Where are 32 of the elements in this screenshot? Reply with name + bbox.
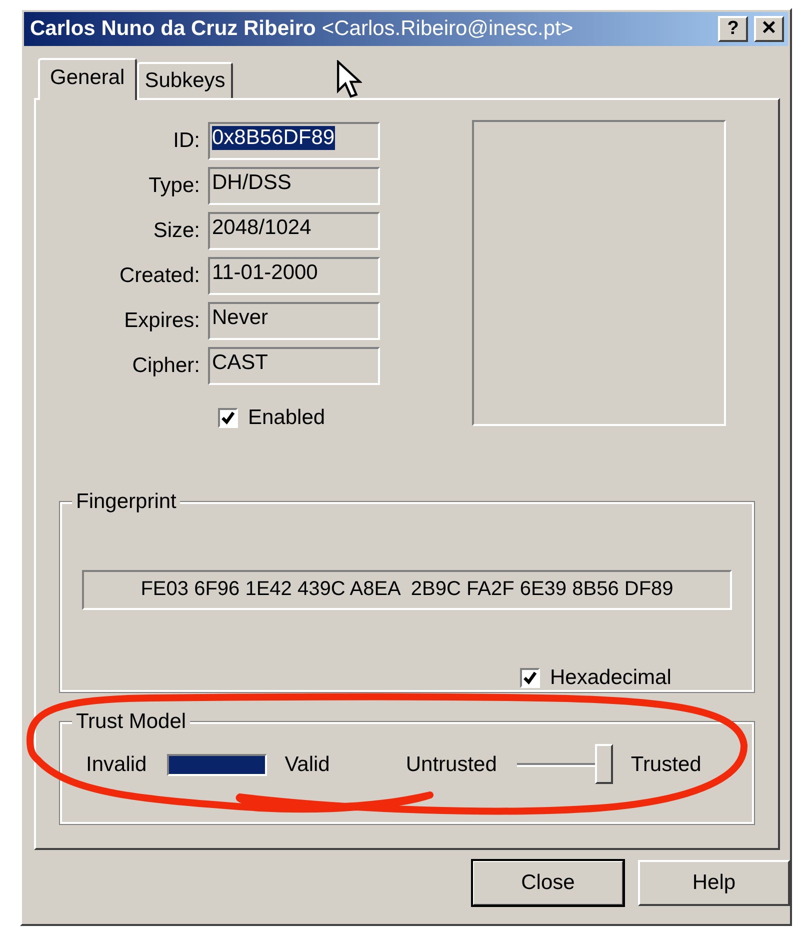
read-only-field[interactable]: DH/DSS: [208, 167, 380, 205]
read-only-field[interactable]: 11-01-2000: [208, 257, 380, 295]
window-subtitle: <Carlos.Ribeiro@inesc.pt>: [322, 17, 574, 41]
trust-high-label: Trusted: [630, 753, 702, 778]
fingerprint-field[interactable]: FE03 6F96 1E42 439C A8EA 2B9C FA2F 6E39 8B56 DF89: [82, 570, 732, 610]
checkbox-label[interactable]: Enabled: [248, 406, 326, 430]
trust-low-label: Untrusted: [406, 753, 497, 778]
checkbox-label[interactable]: Hexadecimal: [550, 666, 672, 690]
dialog-button[interactable]: Close: [472, 860, 624, 906]
slider-thumb[interactable]: [594, 744, 613, 784]
group-title: Fingerprint: [72, 490, 180, 514]
field-label: Type:: [148, 174, 200, 198]
read-only-field[interactable]: 2048/1024: [208, 212, 380, 250]
title-bar-button[interactable]: ✕: [754, 16, 784, 42]
read-only-field[interactable]: CAST: [208, 347, 380, 385]
tab[interactable]: General: [38, 58, 137, 100]
field-label: Cipher:: [131, 354, 200, 378]
validity-low-label: Invalid: [86, 753, 147, 778]
field-label: Created:: [118, 264, 200, 288]
checkbox[interactable]: [520, 668, 540, 688]
field-label: ID:: [172, 129, 200, 153]
field-label: Size:: [152, 219, 200, 243]
title-bar-button[interactable]: ?: [718, 16, 748, 42]
field-label: Expires:: [123, 309, 200, 333]
read-only-field[interactable]: Never: [208, 302, 380, 340]
tab[interactable]: Subkeys: [136, 62, 234, 98]
trust-slider[interactable]: [516, 744, 613, 786]
validity-high-label: Valid: [284, 753, 330, 778]
read-only-field[interactable]: 0x8B56DF89: [208, 122, 380, 160]
window-title: Carlos Nuno da Cruz Ribeiro: [30, 17, 316, 41]
checkbox[interactable]: [218, 408, 238, 428]
dialog-button[interactable]: Help: [638, 860, 790, 906]
